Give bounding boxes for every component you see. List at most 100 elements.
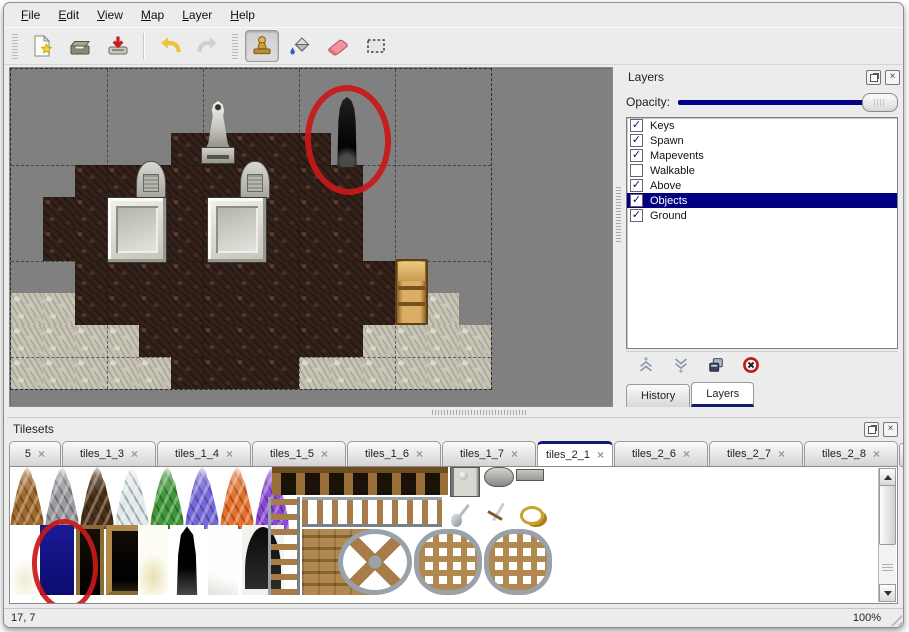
menu-item-edit[interactable]: Edit bbox=[49, 5, 88, 25]
tileset-canvas[interactable] bbox=[9, 466, 898, 604]
map-tile-dirt-floor[interactable] bbox=[107, 165, 139, 197]
layer-visibility-checkbox[interactable]: ✓ bbox=[630, 194, 643, 207]
map-tile-dirt-floor[interactable] bbox=[139, 293, 171, 325]
map-tile-rubble-ground[interactable] bbox=[427, 357, 459, 389]
map-tile-rock-wall[interactable] bbox=[427, 133, 459, 165]
tool-open-button[interactable] bbox=[63, 30, 97, 62]
close-panel-icon[interactable]: × bbox=[883, 422, 898, 437]
tileset-tab-tiles_1_7[interactable]: tiles_1_7× bbox=[442, 441, 536, 467]
scroll-up-icon[interactable] bbox=[879, 468, 896, 486]
map-tile-dirt-floor[interactable] bbox=[267, 293, 299, 325]
map-tile-rock-wall[interactable] bbox=[171, 101, 203, 133]
map-tile-dirt-floor[interactable] bbox=[299, 197, 331, 229]
tile-glow-cream[interactable] bbox=[138, 525, 168, 595]
map-tile-rubble-ground[interactable] bbox=[107, 357, 139, 389]
tile-crystal[interactable] bbox=[220, 467, 254, 529]
map-tile-dirt-floor[interactable] bbox=[139, 325, 171, 357]
tab-close-icon[interactable]: × bbox=[38, 448, 45, 460]
tileset-tab-tiles_2_1[interactable]: tiles_2_1× bbox=[537, 441, 613, 467]
layer-duplicate-button[interactable] bbox=[702, 354, 730, 378]
map-tile-dirt-floor[interactable] bbox=[75, 261, 107, 293]
map-tile-rock-wall[interactable] bbox=[427, 165, 459, 197]
map-tile-rock-wall[interactable] bbox=[427, 101, 459, 133]
scrollbar-thumb[interactable] bbox=[879, 485, 896, 545]
map-tile-rock-wall[interactable] bbox=[459, 293, 491, 325]
map-tile-rock-wall[interactable] bbox=[107, 69, 139, 101]
map-tile-rock-wall[interactable] bbox=[11, 165, 43, 197]
tab-close-icon[interactable]: × bbox=[416, 448, 423, 460]
map-tile-rock-wall[interactable] bbox=[75, 133, 107, 165]
tile-rail-v[interactable] bbox=[268, 497, 300, 595]
map-tile-rock-wall[interactable] bbox=[395, 197, 427, 229]
menu-item-map[interactable]: Map bbox=[132, 5, 173, 25]
map-tile-rock-wall[interactable] bbox=[459, 165, 491, 197]
toolbar-grip[interactable] bbox=[232, 33, 238, 59]
tile-sword[interactable] bbox=[482, 501, 512, 529]
layer-visibility-checkbox[interactable]: ✓ bbox=[630, 119, 643, 132]
tile-turntable[interactable] bbox=[338, 529, 412, 595]
tile-fence[interactable] bbox=[272, 467, 448, 495]
tileset-tab-5[interactable]: 5× bbox=[9, 441, 61, 467]
splitter-grip[interactable] bbox=[616, 187, 621, 242]
map-tile-dirt-floor[interactable] bbox=[171, 165, 203, 197]
tab-close-icon[interactable]: × bbox=[226, 448, 233, 460]
layer-list[interactable]: ✓Keys✓Spawn✓MapeventsWalkable✓Above✓Obje… bbox=[626, 117, 898, 349]
map-tile-rock-wall[interactable] bbox=[427, 261, 459, 293]
tool-fill-button[interactable] bbox=[283, 30, 317, 62]
map-tile-rock-wall[interactable] bbox=[107, 101, 139, 133]
map-tile-dirt-floor[interactable] bbox=[107, 261, 139, 293]
map-tile-rubble-ground[interactable] bbox=[331, 357, 363, 389]
layer-move-down-button[interactable] bbox=[667, 354, 695, 378]
tile-slabthin[interactable] bbox=[516, 469, 544, 481]
map-tile-rock-wall[interactable] bbox=[43, 165, 75, 197]
map-tile-dirt-floor[interactable] bbox=[267, 165, 299, 197]
map-tile-rubble-ground[interactable] bbox=[75, 325, 107, 357]
dock-tab-history[interactable]: History bbox=[626, 384, 690, 407]
map-tile-rubble-ground[interactable] bbox=[107, 325, 139, 357]
tileset-tab-tiles_1_3[interactable]: tiles_1_3× bbox=[62, 441, 156, 467]
map-tile-dirt-floor[interactable] bbox=[171, 133, 203, 165]
tile-cloak[interactable] bbox=[170, 525, 204, 595]
map-tile-rock-wall[interactable] bbox=[235, 69, 267, 101]
map-tile-rock-wall[interactable] bbox=[363, 197, 395, 229]
tool-eraser-button[interactable] bbox=[321, 30, 355, 62]
map-tile-rock-wall[interactable] bbox=[363, 229, 395, 261]
map-tile-dirt-floor[interactable] bbox=[267, 357, 299, 389]
layer-row-ground[interactable]: ✓Ground bbox=[627, 208, 897, 223]
map-tile-dirt-floor[interactable] bbox=[299, 229, 331, 261]
map-tile-dirt-floor[interactable] bbox=[267, 261, 299, 293]
tileset-tab-tiles_2_6[interactable]: tiles_2_6× bbox=[614, 441, 708, 467]
layer-visibility-checkbox[interactable]: ✓ bbox=[630, 209, 643, 222]
map-tile-dirt-floor[interactable] bbox=[267, 325, 299, 357]
map-tile-rock-wall[interactable] bbox=[267, 69, 299, 101]
map-tile-rock-wall[interactable] bbox=[43, 261, 75, 293]
map-tile-dirt-floor[interactable] bbox=[75, 229, 107, 261]
tile-crystal[interactable] bbox=[115, 467, 149, 529]
map-tile-rubble-ground[interactable] bbox=[395, 357, 427, 389]
tab-close-icon[interactable]: × bbox=[873, 448, 880, 460]
map-tile-dirt-floor[interactable] bbox=[203, 261, 235, 293]
tab-close-icon[interactable]: × bbox=[131, 448, 138, 460]
map-tile-rubble-ground[interactable] bbox=[139, 357, 171, 389]
map-tile-rubble-ground[interactable] bbox=[11, 357, 43, 389]
map-tile-rock-wall[interactable] bbox=[427, 229, 459, 261]
map-tile-rubble-ground[interactable] bbox=[11, 293, 43, 325]
map-tile-rubble-ground[interactable] bbox=[11, 325, 43, 357]
map-tile-rock-wall[interactable] bbox=[459, 69, 491, 101]
menu-item-help[interactable]: Help bbox=[221, 5, 264, 25]
tile-white[interactable] bbox=[208, 525, 238, 595]
map-tile-dirt-floor[interactable] bbox=[331, 261, 363, 293]
map-tile-rock-wall[interactable] bbox=[11, 69, 43, 101]
map-tile-rubble-ground[interactable] bbox=[363, 325, 395, 357]
layer-visibility-checkbox[interactable]: ✓ bbox=[630, 134, 643, 147]
map-tile-dirt-floor[interactable] bbox=[171, 357, 203, 389]
map-tile-dirt-floor[interactable] bbox=[75, 165, 107, 197]
tile-crystal[interactable] bbox=[150, 467, 184, 529]
layer-row-keys[interactable]: ✓Keys bbox=[627, 118, 897, 133]
map-tile-rock-wall[interactable] bbox=[75, 101, 107, 133]
map-tile-dirt-floor[interactable] bbox=[235, 261, 267, 293]
map-tile-dirt-floor[interactable] bbox=[171, 261, 203, 293]
map-tile-dirt-floor[interactable] bbox=[203, 357, 235, 389]
map-tile-dirt-floor[interactable] bbox=[235, 357, 267, 389]
map-tile-dirt-floor[interactable] bbox=[363, 261, 395, 293]
